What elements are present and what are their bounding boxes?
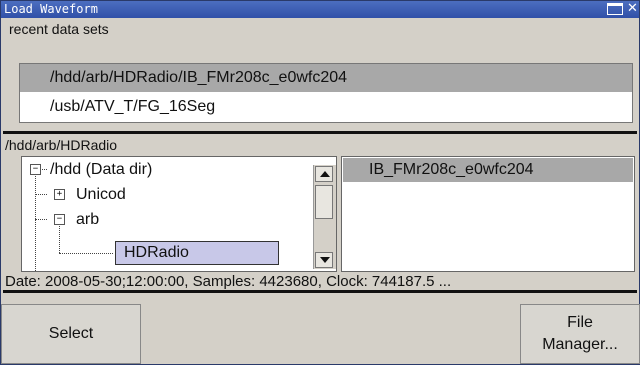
collapse-icon[interactable]: −	[54, 214, 65, 225]
scroll-down-button[interactable]	[315, 252, 333, 268]
tree-item-hdradio[interactable]: HDRadio	[115, 241, 279, 265]
arrow-down-icon	[320, 257, 330, 263]
recent-item-2[interactable]: /usb/ATV_T/FG_16Seg	[20, 93, 632, 121]
tree-connector	[35, 219, 47, 220]
tree-item-hdd[interactable]: /hdd (Data dir)	[50, 159, 152, 181]
file-manager-button[interactable]: File Manager...	[520, 304, 640, 364]
load-waveform-dialog: Load Waveform ✕ recent data sets /hdd/ar…	[0, 0, 640, 365]
current-path: /hdd/arb/HDRadio	[3, 131, 637, 155]
tree-connector	[59, 253, 113, 254]
collapse-icon[interactable]: −	[30, 164, 41, 175]
file-list[interactable]: IB_FMr208c_e0wfc204	[341, 156, 635, 272]
maximize-icon[interactable]	[607, 3, 623, 15]
scroll-thumb[interactable]	[315, 185, 333, 219]
tree-connector	[35, 194, 47, 195]
recent-data-sets-list[interactable]: /hdd/arb/HDRadio/IB_FMr208c_e0wfc204 /us…	[19, 63, 633, 123]
scroll-up-button[interactable]	[315, 166, 333, 182]
arrow-up-icon	[320, 171, 330, 177]
tree-scrollbar[interactable]	[313, 165, 336, 269]
recent-data-sets-label: recent data sets	[9, 21, 109, 37]
tree-connector	[35, 169, 36, 271]
recent-item-1[interactable]: /hdd/arb/HDRadio/IB_FMr208c_e0wfc204	[20, 64, 632, 92]
select-button[interactable]: Select	[1, 304, 141, 364]
window-title: Load Waveform	[4, 2, 98, 16]
title-bar: Load Waveform ✕	[1, 1, 639, 18]
expand-icon[interactable]: +	[54, 189, 65, 200]
tree-item-unicod[interactable]: Unicod	[76, 184, 126, 206]
tree-item-arb[interactable]: arb	[76, 209, 99, 231]
directory-tree[interactable]: − /hdd (Data dir) + Unicod − arb HDRadio	[21, 156, 337, 272]
file-info: Date: 2008-05-30;12:00:00, Samples: 4423…	[3, 271, 637, 293]
file-manager-label-2: Manager...	[542, 336, 618, 353]
file-manager-label-1: File	[567, 314, 593, 331]
file-item[interactable]: IB_FMr208c_e0wfc204	[343, 158, 633, 182]
close-icon[interactable]: ✕	[627, 1, 638, 17]
